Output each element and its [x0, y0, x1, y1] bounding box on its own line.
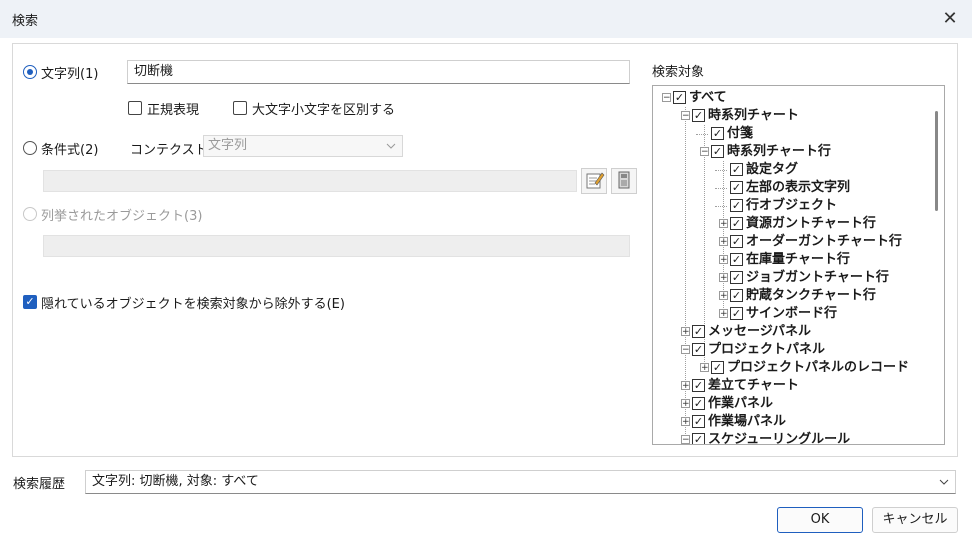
condition-radio-label: 条件式(2) [41, 143, 99, 158]
context-select[interactable]: 文字列 [203, 135, 403, 157]
collapse-icon[interactable]: − [681, 111, 690, 121]
tree-connector [696, 134, 708, 135]
cancel-button[interactable]: キャンセル [872, 507, 958, 533]
collapse-icon[interactable]: − [700, 147, 709, 157]
exclude-hidden-label: 隠れているオブジェクトを検索対象から除外する(E) [41, 297, 345, 312]
condition-radio[interactable] [23, 141, 37, 155]
expand-icon[interactable]: + [719, 237, 728, 247]
tree-item-checkbox[interactable]: ✓ [692, 415, 705, 428]
tree-item-label: 貯蔵タンクチャート行 [746, 288, 876, 303]
tree-scrollbar[interactable] [929, 87, 943, 443]
close-button[interactable]: ✕ [936, 6, 964, 32]
enumerated-objects-field [43, 235, 630, 257]
tree-item-checkbox[interactable]: ✓ [692, 379, 705, 392]
select-object-button[interactable] [611, 168, 637, 194]
expand-icon[interactable]: + [719, 291, 728, 301]
expand-icon[interactable]: + [681, 417, 690, 427]
expand-icon[interactable]: + [700, 363, 709, 373]
tree-item-label: サインボード行 [746, 306, 838, 321]
tree-item-label: 付箋 [727, 126, 754, 141]
expand-icon[interactable]: + [719, 255, 728, 265]
tree-item-label: 資源ガントチャート行 [746, 216, 876, 231]
tree-item-checkbox[interactable]: ✓ [730, 307, 743, 320]
tree-item-checkbox[interactable]: ✓ [711, 145, 724, 158]
tree-item-checkbox[interactable]: ✓ [711, 361, 724, 374]
collapse-icon[interactable]: − [662, 93, 671, 103]
history-select[interactable]: 文字列: 切断機, 対象: すべて [85, 470, 956, 494]
string-radio[interactable] [23, 65, 37, 79]
tree-connector [715, 170, 727, 171]
tree-item-checkbox[interactable]: ✓ [673, 91, 686, 104]
tree-item-checkbox[interactable]: ✓ [730, 163, 743, 176]
history-label: 検索履歴 [13, 477, 66, 492]
search-target-tree[interactable]: − ✓ すべて − ✓ 時系列チャート ✓ 付箋 − ✓ 時系列チャート行 ✓ 設定タグ ✓ 左部の表示文字… [652, 85, 945, 445]
tree-item-checkbox[interactable]: ✓ [730, 253, 743, 266]
object-select-icon [618, 171, 630, 189]
search-target-heading: 検索対象 [652, 65, 705, 80]
expand-icon[interactable]: + [681, 327, 690, 337]
window-title: 検索 [12, 14, 39, 29]
enumerated-radio-label: 列挙されたオブジェクト(3) [41, 209, 203, 224]
tree-connector [715, 206, 727, 207]
context-select-value: 文字列 [208, 138, 248, 153]
tree-connector [715, 188, 727, 189]
tree-item-checkbox[interactable]: ✓ [692, 343, 705, 356]
regex-checkbox[interactable] [128, 101, 142, 115]
expand-icon[interactable]: + [681, 399, 690, 409]
string-radio-label: 文字列(1) [41, 67, 99, 82]
tree-item-label: すべて [689, 90, 727, 105]
case-sensitive-label: 大文字小文字を区別する [252, 103, 396, 118]
context-label: コンテクスト [130, 143, 208, 158]
expand-icon[interactable]: + [719, 219, 728, 229]
regex-label: 正規表現 [147, 103, 200, 118]
tree-item-checkbox[interactable]: ✓ [692, 325, 705, 338]
tree-item-label: 在庫量チャート行 [746, 252, 850, 267]
tree-item-label: 差立てチャート [708, 378, 799, 393]
tree-item-checkbox[interactable]: ✓ [730, 235, 743, 248]
tree-item-label: 時系列チャート行 [727, 144, 831, 159]
edit-icon [586, 172, 605, 189]
tree-item-checkbox[interactable]: ✓ [711, 127, 724, 140]
tree-scrollbar-thumb[interactable] [935, 111, 938, 211]
tree-item-checkbox[interactable]: ✓ [692, 397, 705, 410]
expand-icon[interactable]: + [719, 273, 728, 283]
collapse-icon[interactable]: − [681, 435, 690, 444]
enumerated-radio[interactable] [23, 207, 37, 221]
ok-button[interactable]: OK [777, 507, 863, 533]
tree-item-checkbox[interactable]: ✓ [730, 181, 743, 194]
tree-item-label: 設定タグ [746, 162, 799, 177]
collapse-icon[interactable]: − [681, 345, 690, 355]
condition-expression-field [43, 170, 577, 192]
tree-item-checkbox[interactable]: ✓ [730, 217, 743, 230]
tree-item-checkbox[interactable]: ✓ [730, 271, 743, 284]
title-bar [0, 0, 972, 38]
search-string-input[interactable]: 切断機 [127, 60, 630, 84]
edit-expression-button[interactable] [581, 168, 607, 194]
tree-item-label: 行オブジェクト [746, 198, 838, 213]
expand-icon[interactable]: + [681, 381, 690, 391]
exclude-hidden-checkbox[interactable]: ✓ [23, 295, 37, 309]
tree-item-label: 作業場パネル [708, 414, 787, 429]
chevron-down-icon [386, 136, 396, 163]
chevron-down-icon [939, 472, 949, 500]
history-select-value: 文字列: 切断機, 対象: すべて [92, 474, 259, 489]
tree-item-checkbox[interactable]: ✓ [692, 109, 705, 122]
tree-item-label: 作業パネル [708, 396, 774, 411]
tree-item-label: プロジェクトパネルのレコード [727, 360, 910, 375]
tree-item-checkbox[interactable]: ✓ [730, 289, 743, 302]
tree-item-label: 左部の表示文字列 [746, 180, 851, 195]
expand-icon[interactable]: + [719, 309, 728, 319]
tree-item-checkbox[interactable]: ✓ [692, 433, 705, 444]
tree-item-checkbox[interactable]: ✓ [730, 199, 743, 212]
tree-item-label: スケジューリングルール [708, 432, 851, 445]
case-sensitive-checkbox[interactable] [233, 101, 247, 115]
tree-item-label: メッセージパネル [708, 324, 811, 339]
tree-item-label: ジョブガントチャート行 [746, 270, 889, 285]
close-icon: ✕ [942, 8, 958, 29]
tree-item-label: 時系列チャート [708, 108, 799, 123]
tree-item-label: オーダーガントチャート行 [746, 234, 902, 249]
tree-item-label: プロジェクトパネル [708, 342, 826, 357]
